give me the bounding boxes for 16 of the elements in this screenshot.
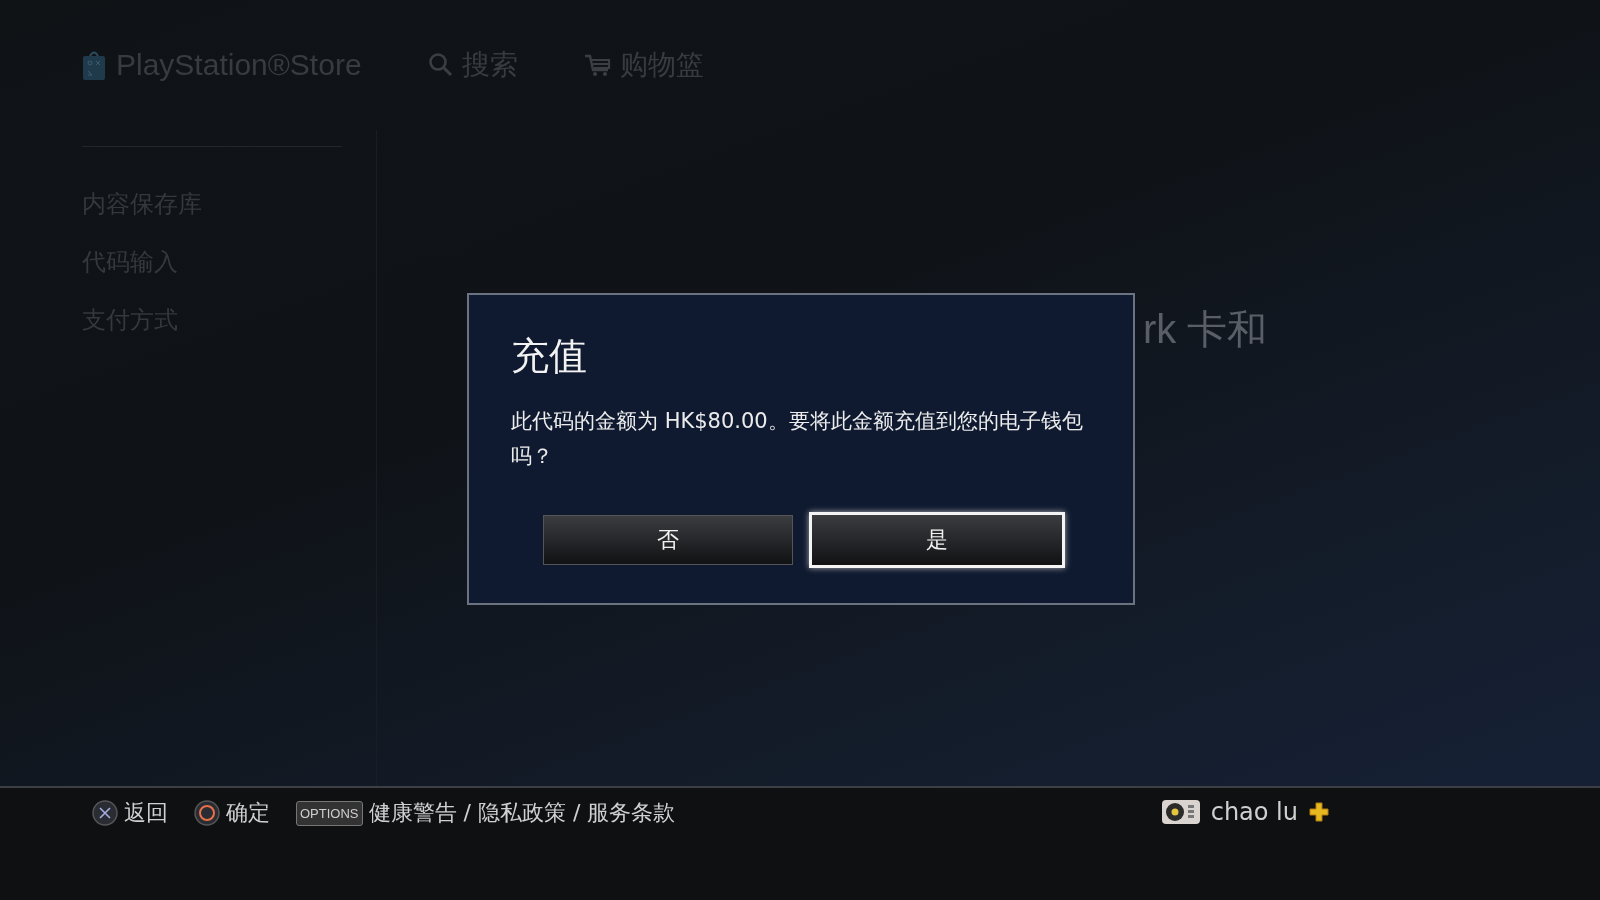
shopping-bag-icon [82,49,106,81]
cross-button-icon [92,800,118,826]
dialog-button[interactable]: 是 [809,512,1065,568]
circle-button-icon [194,800,220,826]
user-name: chao lu [1210,798,1298,826]
dialog-button[interactable]: 否 [543,515,793,565]
hint-label: 确定 [226,799,270,827]
page-heading: rk 卡和 [1143,306,1269,353]
cart-icon [583,53,612,77]
dialog-message: 此代码的金额为 HK$80.00。要将此金额充值到您的电子钱包吗？ [511,408,1084,470]
turntable-icon [1160,799,1201,825]
search-icon [427,52,454,78]
hint-label: 返回 [124,799,168,827]
dialog-title: 充值 [511,333,588,380]
options-button-icon: OPTIONS [296,800,363,826]
hint-label[interactable]: 健康警告 / 隐私政策 / 服务条款 [368,798,676,828]
